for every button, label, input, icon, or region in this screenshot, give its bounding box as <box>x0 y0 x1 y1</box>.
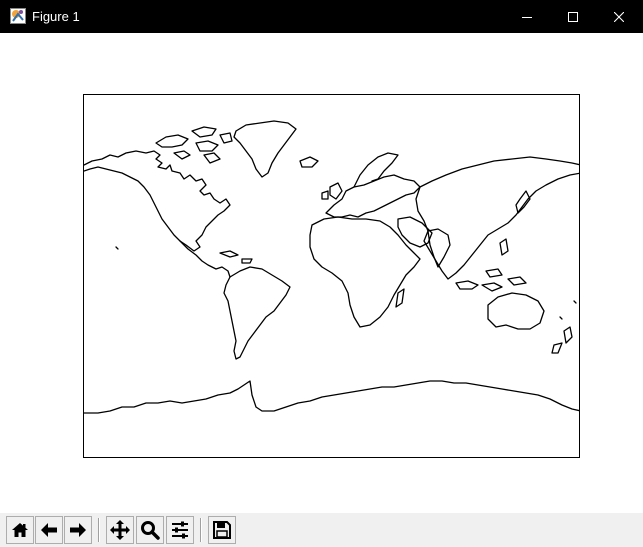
save-disk-icon <box>213 521 231 539</box>
navigation-toolbar <box>0 513 643 547</box>
forward-arrow-icon <box>70 523 86 537</box>
coastline-scandinavia <box>353 152 399 188</box>
coastline-asia <box>415 156 579 280</box>
configure-subplots-icon <box>172 521 188 539</box>
close-icon <box>614 11 624 22</box>
toolbar-separator <box>98 518 100 542</box>
coastline-philippines <box>499 238 509 256</box>
coastline-caribbean <box>219 250 253 264</box>
coastline-antarctica <box>84 380 579 414</box>
coastline-africa <box>309 216 421 328</box>
close-button[interactable] <box>596 0 642 33</box>
home-button[interactable] <box>6 516 34 544</box>
coastline-hawaii <box>115 246 119 250</box>
coastline-iceland <box>299 156 319 168</box>
coastline-north-america <box>84 150 231 252</box>
figure-window: Figure 1 <box>0 0 643 547</box>
coastline-indonesia <box>455 268 527 292</box>
back-arrow-icon <box>41 523 57 537</box>
maximize-icon <box>568 11 578 22</box>
coastline-new-zealand <box>551 326 573 354</box>
pan-move-icon <box>110 520 130 540</box>
configure-subplots-button[interactable] <box>166 516 194 544</box>
save-button[interactable] <box>208 516 236 544</box>
zoom-magnifier-icon <box>141 521 160 540</box>
coastline-british-isles <box>321 182 343 200</box>
pan-button[interactable] <box>106 516 134 544</box>
coastline-arctic-islands <box>155 126 233 164</box>
window-title: Figure 1 <box>32 9 80 24</box>
coastline-australia <box>487 292 545 330</box>
zoom-button[interactable] <box>136 516 164 544</box>
coastline-japan <box>515 190 531 214</box>
title-bar[interactable]: Figure 1 <box>0 0 643 33</box>
figure-canvas[interactable] <box>0 33 643 513</box>
coastline-south-america <box>223 266 291 360</box>
matplotlib-figure-icon <box>10 8 26 24</box>
coastline-pacific-islands <box>559 300 577 320</box>
world-coastline-map <box>84 120 579 414</box>
coastline-greenland <box>233 120 297 178</box>
minimize-button[interactable] <box>504 0 550 33</box>
toolbar-separator <box>200 518 202 542</box>
minimize-icon <box>522 16 532 18</box>
back-button[interactable] <box>35 516 63 544</box>
home-icon <box>12 523 28 537</box>
maximize-button[interactable] <box>550 0 596 33</box>
map-axes[interactable] <box>83 94 580 458</box>
forward-button[interactable] <box>64 516 92 544</box>
coastline-madagascar <box>395 288 405 308</box>
